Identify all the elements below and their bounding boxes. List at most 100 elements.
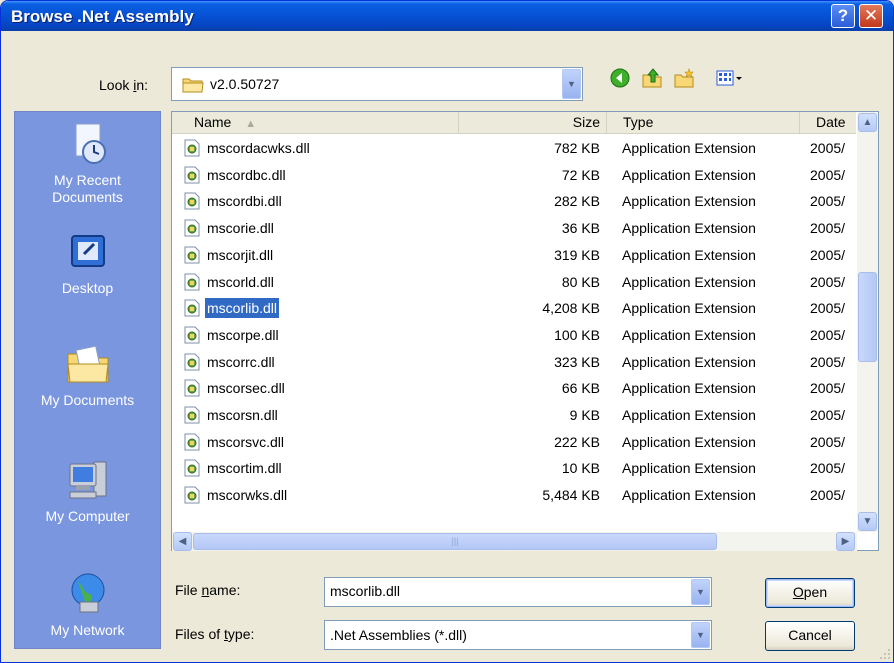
file-type-cell: Application Extension [622,460,756,476]
vertical-scrollbar[interactable]: ▲ ▼ [857,112,878,532]
table-row[interactable]: mscorld.dll 80 KB Application Extension 200… [172,270,856,294]
file-date-cell: 2005/ [810,220,846,236]
file-date-cell: 2005/ [810,193,846,209]
table-row[interactable]: mscorwks.dll 5,484 KB Application Extensio… [172,483,856,507]
close-button[interactable]: ✕ [859,4,883,28]
file-name-cell: mscorsn.dll [207,407,278,423]
dll-file-icon [184,459,200,477]
table-row[interactable]: mscorie.dll 36 KB Application Extension 200… [172,216,856,240]
horizontal-scrollbar[interactable]: ◀ ||| ▶ [172,532,857,551]
places-bar: My Recent Documents Desktop My Documents [14,111,161,649]
look-in-combo[interactable]: v2.0.50727 ▼ [171,67,583,101]
files-of-type-combo[interactable]: .Net Assemblies (*.dll) ▼ [324,620,712,650]
file-type-cell: Application Extension [622,274,756,290]
help-button[interactable]: ? [831,4,855,28]
new-folder-icon[interactable] [673,67,695,89]
file-type-cell: Application Extension [622,167,756,183]
look-in-value: v2.0.50727 [210,76,280,92]
file-date-cell: 2005/ [810,460,846,476]
file-name-value: mscorlib.dll [330,583,401,599]
horizontal-scroll-thumb[interactable]: ||| [193,533,717,550]
file-type-cell: Application Extension [622,487,756,503]
title-bar[interactable]: Browse .Net Assembly ? ✕ [1,1,893,31]
column-header-date[interactable]: Date [800,112,856,134]
table-row[interactable]: mscorjit.dll 319 KB Application Extension 2… [172,243,856,267]
file-size-cell: 319 KB [554,247,600,263]
table-row[interactable]: mscorrc.dll 323 KB Application Extension 20… [172,350,856,374]
recent-documents-icon [75,123,106,164]
dll-file-icon [184,353,200,371]
vertical-scroll-thumb[interactable] [858,272,877,362]
file-date-cell: 2005/ [810,167,846,183]
table-row[interactable]: mscordacwks.dll 782 KB Application Extensi… [172,136,856,160]
dll-file-icon [184,406,200,424]
table-row[interactable]: mscorpe.dll 100 KB Application Extension 20… [172,323,856,347]
file-type-cell: Application Extension [622,247,756,263]
my-computer-icon [69,461,106,499]
file-date-cell: 2005/ [810,354,846,370]
files-of-type-dropdown-arrow[interactable]: ▼ [691,622,710,648]
place-label-line2: Documents [52,189,123,205]
my-network-icon [71,573,104,613]
back-icon[interactable] [609,67,631,89]
file-date-cell: 2005/ [810,247,846,263]
file-name-dropdown-arrow[interactable]: ▼ [691,579,710,605]
file-size-cell: 10 KB [561,460,600,476]
file-name-combo[interactable]: mscorlib.dll ▼ [324,577,712,607]
place-my-network[interactable]: My Network [15,570,160,639]
table-row[interactable]: mscordbi.dll 282 KB Application Extension 2… [172,189,856,213]
dll-file-icon [184,379,200,397]
column-header-size[interactable]: Size [459,112,607,134]
table-row[interactable]: mscorsvc.dll 222 KB Application Extension 2… [172,430,856,454]
place-desktop[interactable]: Desktop [15,228,160,297]
file-list[interactable]: Name ▲ Size Type Date mscordacwks.dll 782… [171,111,879,551]
scroll-left-button[interactable]: ◀ [173,532,192,551]
file-size-cell: 323 KB [554,354,600,370]
file-name-cell: mscordbc.dll [207,167,286,183]
dll-file-icon [184,486,200,504]
file-name-cell: mscordbi.dll [207,193,282,209]
scroll-up-button[interactable]: ▲ [858,113,877,132]
file-name-cell: mscorwks.dll [207,487,288,503]
browse-dialog: Browse .Net Assembly ? ✕ Look in: v2.0.5… [0,0,894,663]
file-size-cell: 5,484 KB [542,487,600,503]
place-my-recent-documents[interactable]: My Recent Documents [15,120,160,206]
table-row[interactable]: mscordbc.dll 72 KB Application Extension 20… [172,163,856,187]
file-type-cell: Application Extension [622,434,756,450]
column-header-row: Name ▲ Size Type Date [172,112,856,134]
look-in-dropdown-arrow[interactable]: ▼ [562,69,581,99]
open-button[interactable]: Open [765,578,855,608]
scroll-down-button[interactable]: ▼ [858,512,877,531]
table-row[interactable]: mscorlib.dll 4,208 KB Application Extensio… [172,296,856,320]
file-name-label: File name: [175,582,241,598]
desktop-icon [70,235,105,267]
file-name-cell: mscorie.dll [207,220,274,236]
file-type-cell: Application Extension [622,140,756,156]
table-row[interactable]: mscorsec.dll 66 KB Application Extension 20… [172,376,856,400]
column-name-label: Name [194,114,232,130]
table-row[interactable]: mscortim.dll 10 KB Application Extension 20… [172,456,856,480]
place-label-line1: My Recent [54,172,121,188]
window-title: Browse .Net Assembly [11,7,194,26]
up-folder-icon[interactable] [641,67,663,89]
folder-icon [182,78,204,93]
scroll-right-button[interactable]: ▶ [836,532,855,551]
place-my-documents[interactable]: My Documents [15,340,160,409]
column-header-name[interactable]: Name ▲ [172,112,459,134]
resize-grip-icon[interactable] [879,648,891,660]
file-date-cell: 2005/ [810,487,846,503]
table-row[interactable]: mscorsn.dll 9 KB Application Extension 2005… [172,403,856,427]
file-name-cell: mscorlib.dll [203,297,281,319]
file-size-cell: 72 KB [561,167,600,183]
cancel-button[interactable]: Cancel [765,621,855,651]
file-size-cell: 9 KB [569,407,600,423]
file-size-cell: 80 KB [561,274,600,290]
file-size-cell: 36 KB [561,220,600,236]
file-date-cell: 2005/ [810,300,846,316]
view-menu-icon[interactable] [715,67,745,89]
file-name-cell: mscordacwks.dll [207,140,310,156]
column-header-type[interactable]: Type [607,112,800,134]
place-my-computer[interactable]: My Computer [15,456,160,525]
file-date-cell: 2005/ [810,327,846,343]
file-size-cell: 282 KB [554,193,600,209]
